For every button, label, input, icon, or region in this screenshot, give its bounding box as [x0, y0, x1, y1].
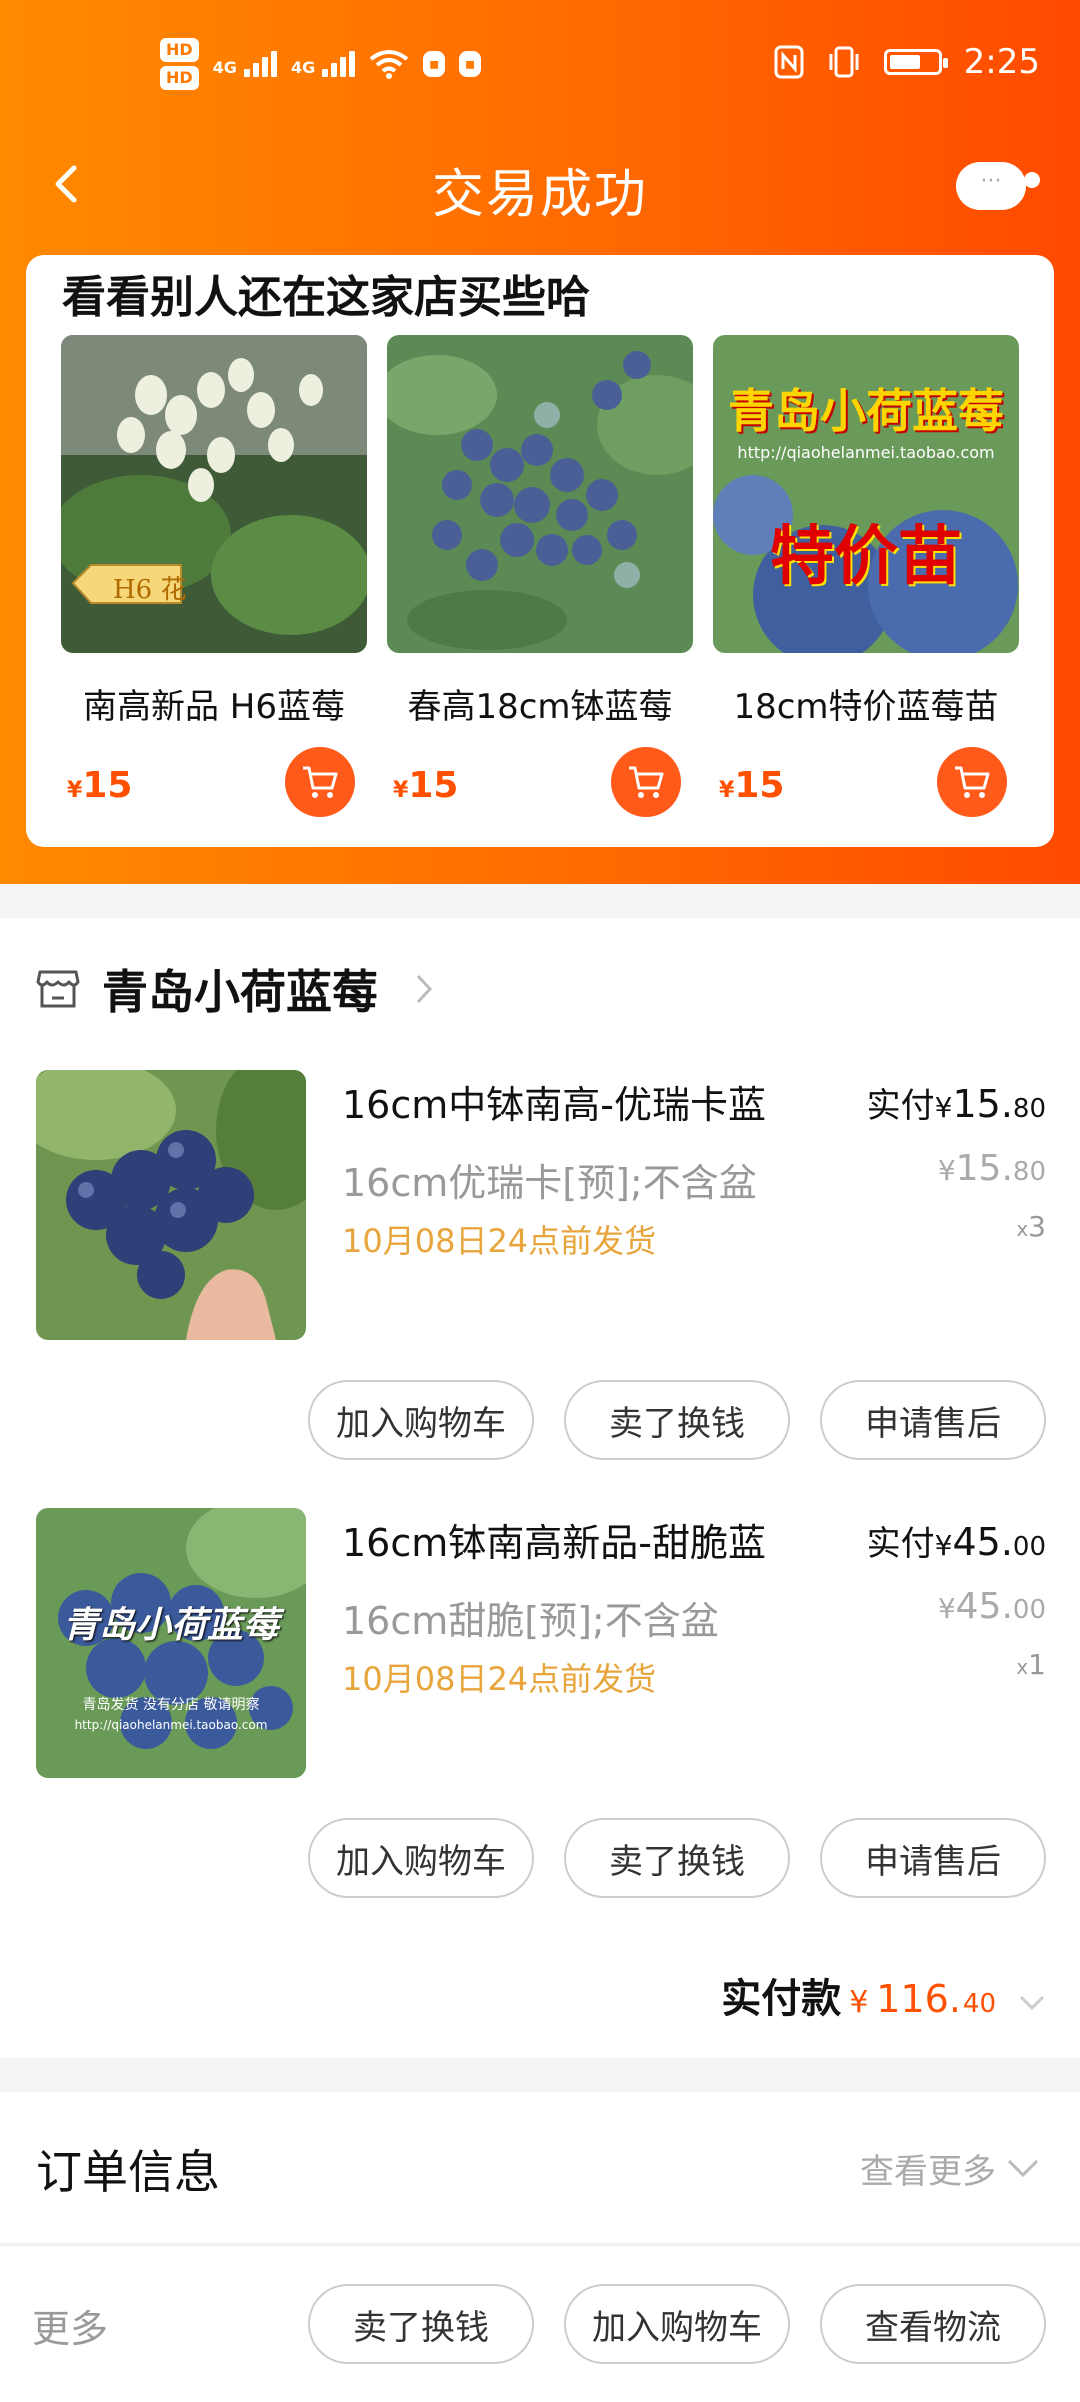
view-more-button[interactable]: 查看更多 [860, 2144, 1040, 2193]
status-right: 2:25 [774, 42, 1040, 82]
item-spec: 16cm甜脆[预];不含盆 [342, 1599, 719, 1643]
resell-button[interactable]: 卖了换钱 [564, 1380, 790, 1460]
image-watermark: 青岛小荷蓝莓 [728, 384, 1004, 438]
image-url: http://qiaohelanmei.taobao.com [737, 443, 995, 462]
item-spec: 16cm优瑞卡[预];不含盆 [342, 1161, 757, 1205]
recommended-product[interactable]: 春高18cm钵蓝莓 ¥15 [387, 335, 693, 817]
recommended-product[interactable]: H6 花 南高新品 H6蓝莓 ¥15 [61, 335, 367, 817]
bottom-action-bar: 更多 卖了换钱 加入购物车 查看物流 [0, 2244, 1080, 2402]
item-actions: 加入购物车 卖了换钱 申请售后 [308, 1380, 1046, 1460]
order-info-title: 订单信息 [36, 2145, 220, 2199]
product-image[interactable]: H6 花 [61, 335, 367, 653]
battery-level [889, 55, 920, 69]
order-item[interactable]: 青岛小荷蓝莓 青岛发货 没有分店 敬请明察 http://qiaohelanme… [36, 1508, 1046, 1778]
add-to-cart-button[interactable] [611, 747, 681, 817]
product-image[interactable]: 青岛小荷蓝莓 http://qiaohelanmei.taobao.com 特价… [713, 335, 1019, 653]
add-to-cart-button[interactable]: 加入购物车 [308, 1818, 534, 1898]
hd-badge: HD [160, 38, 199, 62]
item-title[interactable]: 16cm钵南高新品-甜脆蓝 [342, 1512, 766, 1567]
hms-icon: ◼ [459, 51, 482, 77]
chevron-down-icon [1019, 1995, 1045, 2011]
chevron-down-icon [1007, 2159, 1039, 2177]
nfc-icon [774, 45, 804, 79]
after-sales-button[interactable]: 申请售后 [820, 1818, 1046, 1898]
product-thumbnail[interactable]: 青岛小荷蓝莓 青岛发货 没有分店 敬请明察 http://qiaohelanme… [36, 1508, 306, 1778]
quantity: x3 [1016, 1210, 1046, 1243]
after-sales-button[interactable]: 申请售后 [820, 1380, 1046, 1460]
hd-badge: HD [160, 66, 199, 90]
product-name[interactable]: 南高新品 H6蓝莓 [61, 679, 367, 728]
product-image[interactable] [387, 335, 693, 653]
paid-amount: 实付¥15.80 [866, 1082, 1046, 1126]
order-info-section: 订单信息 查看更多 [0, 2092, 1080, 2242]
clock: 2:25 [963, 42, 1040, 82]
vibrate-icon [829, 46, 859, 78]
product-price: ¥15 [719, 765, 785, 806]
unit-price: ¥45.00 [937, 1586, 1046, 1627]
order-item[interactable]: 16cm中钵南高-优瑞卡蓝 16cm优瑞卡[预];不含盆 10月08日24点前发… [36, 1070, 1046, 1340]
bottom-actions: 卖了换钱 加入购物车 查看物流 [308, 2284, 1046, 2364]
quantity: x1 [1016, 1648, 1046, 1681]
image-watermark: 青岛小荷蓝莓 [62, 1605, 279, 1646]
network-type: 4G [212, 58, 237, 77]
order-shop-section: 青岛小荷蓝莓 16cm中钵南高-优瑞卡蓝 16cm优瑞卡[预];不含盆 10月0… [0, 918, 1080, 2058]
add-to-cart-button[interactable]: 加入购物车 [564, 2284, 790, 2364]
message-badge[interactable]: ··· [956, 162, 1026, 210]
view-logistics-button[interactable]: 查看物流 [820, 2284, 1046, 2364]
add-to-cart-button[interactable]: 加入购物车 [308, 1380, 534, 1460]
shipping-note: 10月08日24点前发货 [342, 1660, 657, 1698]
item-actions: 加入购物车 卖了换钱 申请售后 [308, 1818, 1046, 1898]
wifi-icon [369, 50, 409, 79]
cart-icon [955, 766, 990, 798]
total-paid[interactable]: 实付款 ¥116. 40 [721, 1966, 1046, 2024]
status-indicators: HD HD 4G 4G ◼ ◼ [160, 38, 482, 90]
shop-name[interactable]: 青岛小荷蓝莓 [102, 956, 378, 1022]
cart-icon [629, 766, 664, 798]
page-title: 交易成功 [431, 165, 648, 225]
product-name[interactable]: 春高18cm钵蓝莓 [387, 679, 693, 728]
item-title[interactable]: 16cm中钵南高-优瑞卡蓝 [342, 1074, 766, 1129]
product-price: ¥15 [393, 765, 459, 806]
promo-text: 特价苗 [770, 520, 962, 594]
recommendation-heading: 看看别人还在这家店买些哈 [62, 272, 590, 323]
signal-icon: 4G [290, 51, 356, 77]
signal-icon: 4G [213, 51, 277, 77]
store-icon [36, 970, 80, 1008]
product-thumbnail[interactable] [36, 1070, 306, 1340]
network-type: 4G [290, 58, 316, 77]
status-bar: HD HD 4G 4G ◼ ◼ 2:25 [0, 0, 1080, 140]
battery-icon [883, 49, 948, 75]
cart-icon [303, 766, 338, 798]
image-url: http://qiaohelanmei.taobao.com [74, 1718, 268, 1732]
product-name[interactable]: 18cm特价蓝莓苗 [713, 679, 1019, 728]
product-price: ¥15 [67, 765, 133, 806]
resell-button[interactable]: 卖了换钱 [308, 2284, 534, 2364]
total-label: 实付款 [721, 1976, 842, 2022]
hd-badges: HD HD [160, 38, 199, 90]
recommended-product[interactable]: 青岛小荷蓝莓 http://qiaohelanmei.taobao.com 特价… [713, 335, 1019, 817]
unit-price: ¥15.80 [937, 1148, 1046, 1189]
product-tag: H6 花 [113, 575, 187, 605]
add-to-cart-button[interactable] [285, 747, 355, 817]
more-button[interactable]: 更多 [32, 2298, 108, 2353]
shop-header[interactable]: 青岛小荷蓝莓 [36, 956, 434, 1022]
paid-amount: 实付¥45.00 [866, 1520, 1046, 1564]
shipping-note: 10月08日24点前发货 [342, 1222, 657, 1260]
resell-button[interactable]: 卖了换钱 [564, 1818, 790, 1898]
navigation-bar: 交易成功 ··· [0, 130, 1080, 240]
more-options-icon[interactable]: ··· [956, 162, 1040, 210]
image-caption: 青岛发货 没有分店 敬请明察 [82, 1697, 260, 1713]
huawei-icon: ◼ [423, 51, 446, 77]
add-to-cart-button[interactable] [937, 747, 1007, 817]
chevron-right-icon [416, 974, 433, 1004]
recommendation-card: 看看别人还在这家店买些哈 H6 花 南高新品 H6蓝莓 ¥15 春高18cm钵蓝… [26, 255, 1054, 847]
